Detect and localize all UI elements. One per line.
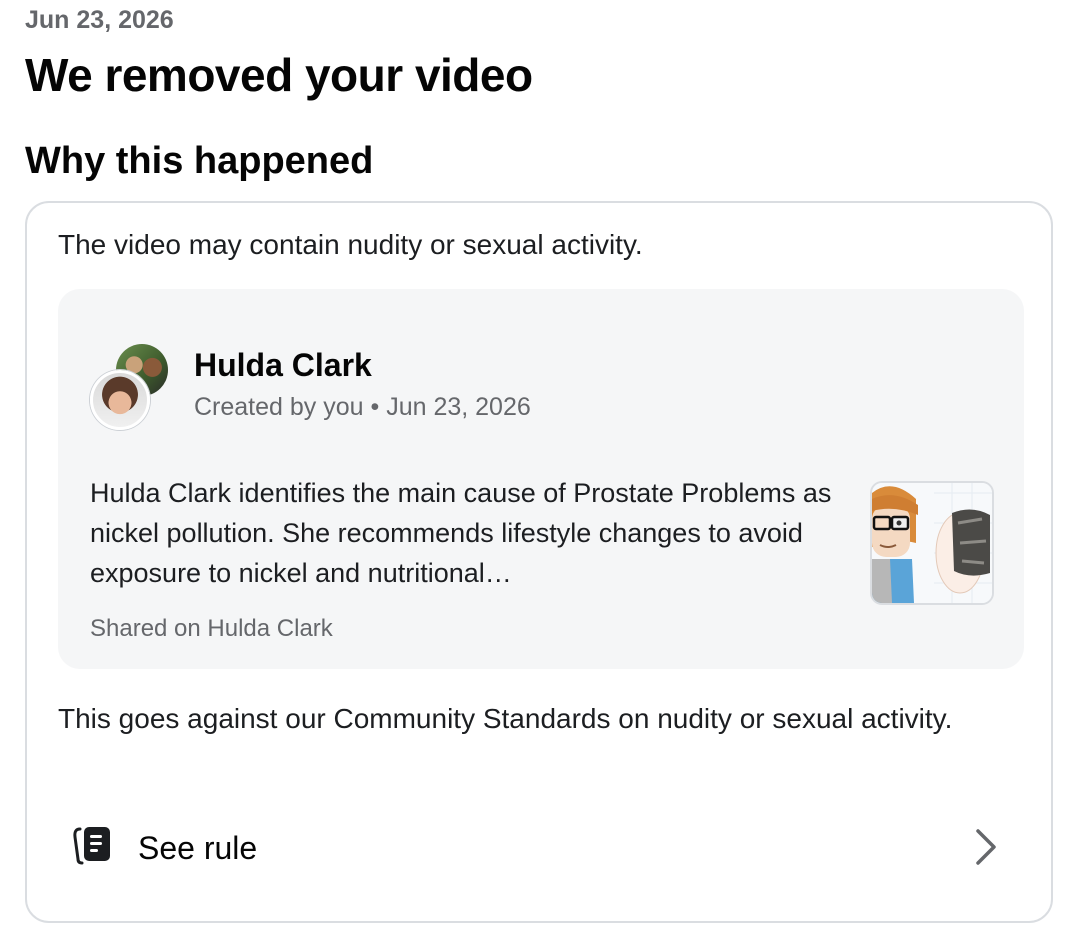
section-title: Why this happened — [25, 140, 374, 182]
page-title: We removed your video — [25, 49, 533, 101]
see-rule-row[interactable]: See rule — [58, 815, 1024, 885]
shared-on-label: Shared on Hulda Clark — [90, 615, 333, 642]
rulebook-icon — [72, 825, 112, 865]
removal-details-card: The video may contain nudity or sexual a… — [25, 201, 1053, 923]
post-meta: Created by you • Jun 23, 2026 — [194, 393, 531, 421]
chevron-right-icon — [968, 827, 1004, 867]
post-author: Hulda Clark — [194, 347, 372, 383]
video-thumbnail — [870, 481, 994, 605]
see-rule-label: See rule — [138, 830, 258, 866]
removed-post-preview[interactable]: Hulda Clark Created by you • Jun 23, 202… — [58, 289, 1024, 669]
thumbnail-illustration — [872, 483, 992, 603]
removal-reason: The video may contain nudity or sexual a… — [58, 229, 643, 260]
post-description: Hulda Clark identifies the main cause of… — [90, 478, 832, 588]
date-label: Jun 23, 2026 — [25, 6, 174, 34]
community-standards-text: This goes against our Community Standard… — [58, 703, 953, 734]
profile-avatar — [90, 370, 150, 430]
